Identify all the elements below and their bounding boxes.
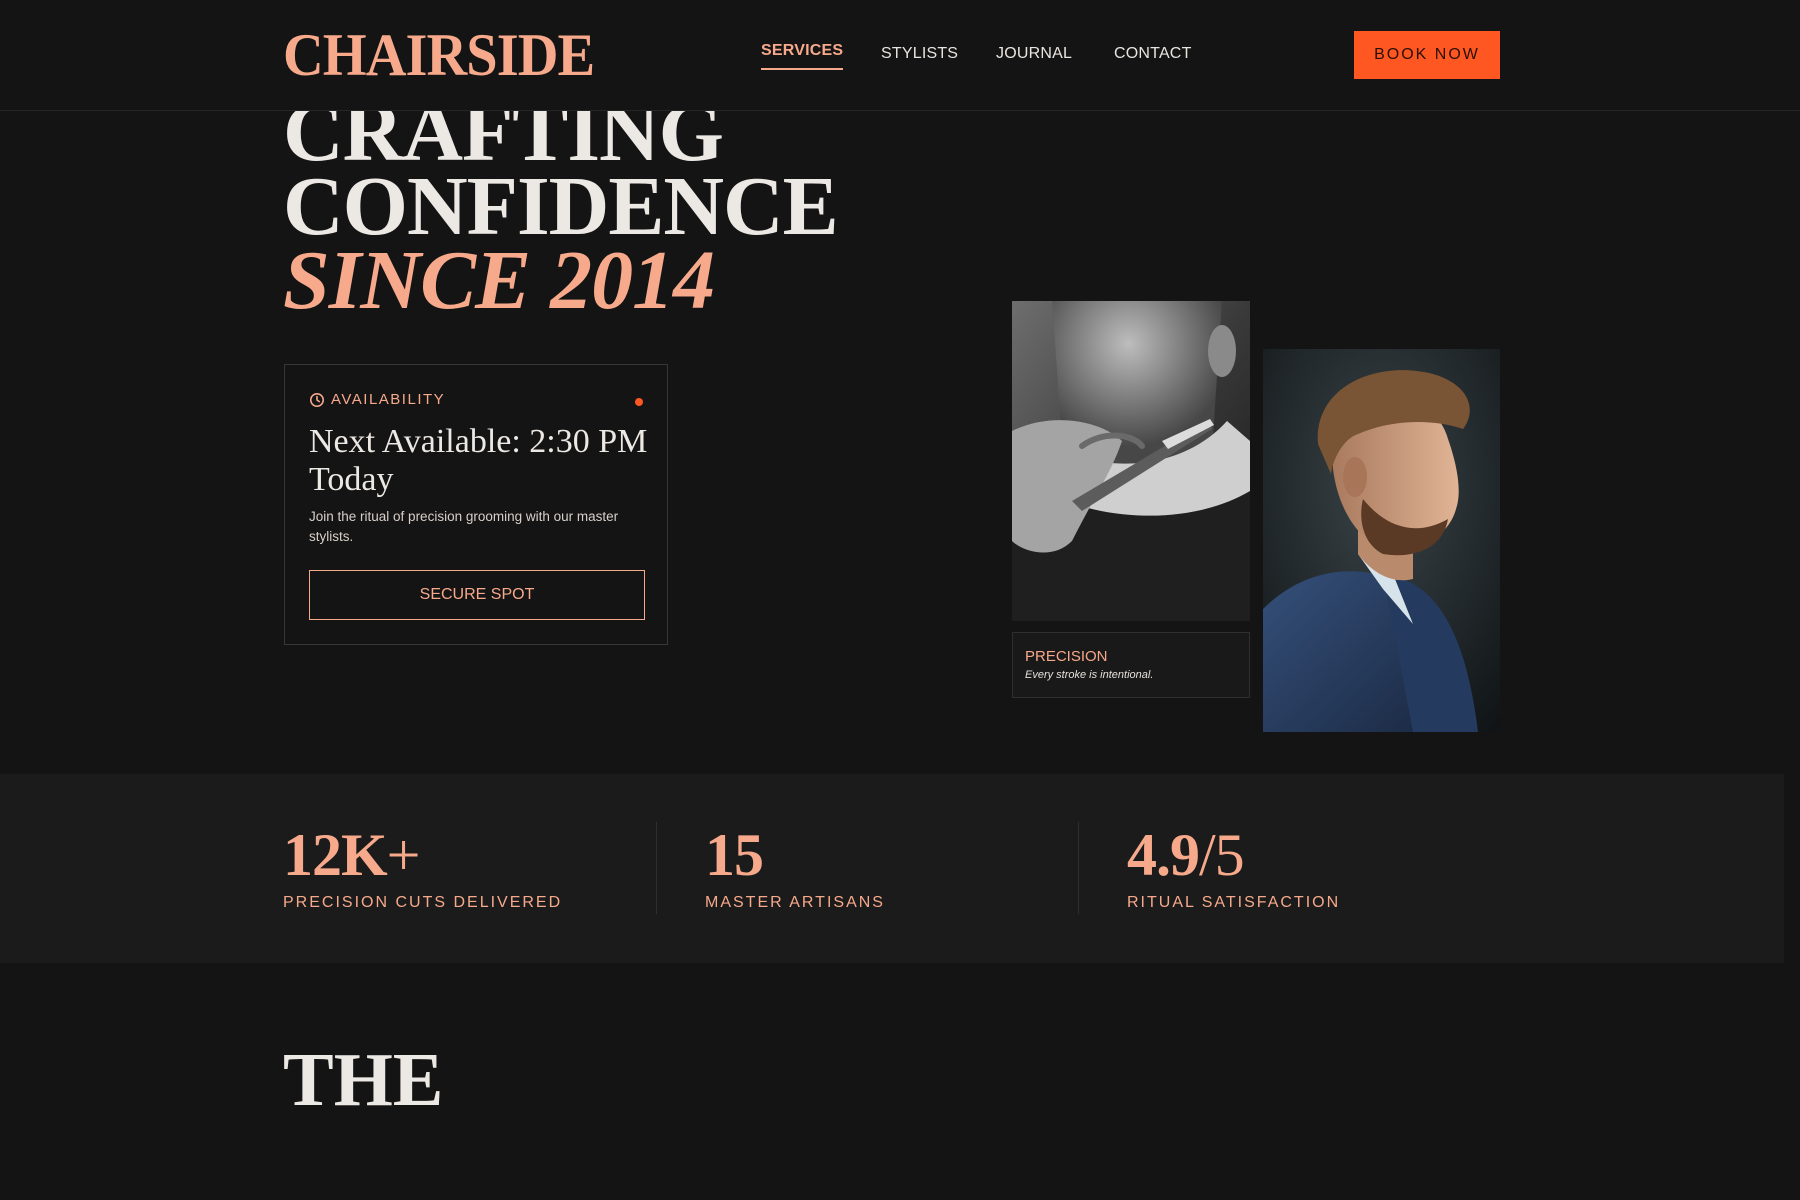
stat-artisans: 15 MASTER ARTISANS bbox=[705, 822, 885, 912]
section-heading: THE bbox=[283, 1038, 444, 1122]
stat-divider bbox=[656, 822, 657, 914]
precision-caption-title: PRECISION bbox=[1025, 648, 1108, 665]
stat-number: 4.9 bbox=[1127, 822, 1200, 888]
stat-divider bbox=[1078, 822, 1079, 914]
hero-line-3: SINCE 2014 bbox=[283, 234, 715, 327]
stat-value: 15 bbox=[705, 822, 885, 888]
stat-suffix: + bbox=[386, 822, 421, 888]
stat-cuts: 12K+ PRECISION CUTS DELIVERED bbox=[283, 822, 562, 912]
stat-number: 15 bbox=[705, 822, 764, 888]
nav-item-services[interactable]: SERVICES bbox=[761, 37, 844, 70]
book-now-button[interactable]: BOOK NOW bbox=[1354, 31, 1500, 79]
nav-item-stylists[interactable]: STYLISTS bbox=[881, 40, 958, 68]
stats-band: 12K+ PRECISION CUTS DELIVERED 15 MASTER … bbox=[0, 774, 1784, 963]
stat-label: PRECISION CUTS DELIVERED bbox=[283, 894, 563, 911]
precision-caption-subtitle: Every stroke is intentional. bbox=[1025, 669, 1154, 681]
availability-card: AVAILABILITY Next Available: 2:30 PM Tod… bbox=[284, 364, 668, 645]
hero-line-2: CONFIDENCE bbox=[283, 160, 839, 253]
availability-label: AVAILABILITY bbox=[331, 391, 446, 408]
status-dot bbox=[635, 398, 643, 406]
stat-label: RITUAL SATISFACTION bbox=[1127, 894, 1341, 911]
razor-shave-image bbox=[1012, 301, 1250, 621]
next-available-title: Next Available: 2:30 PM Today bbox=[309, 423, 648, 498]
hero-heading: CRAFTING CONFIDENCE SINCE 2014 bbox=[283, 96, 839, 327]
availability-description: Join the ritual of precision grooming wi… bbox=[309, 509, 619, 544]
precision-caption-card: PRECISION Every stroke is intentional. bbox=[1012, 632, 1250, 698]
site-header: CHAIRSIDE SERVICES STYLISTS JOURNAL CONT… bbox=[0, 0, 1800, 111]
brand-logo[interactable]: CHAIRSIDE bbox=[283, 20, 595, 90]
secure-spot-button[interactable]: SECURE SPOT bbox=[309, 570, 645, 620]
stat-value: 4.9/5 bbox=[1127, 822, 1340, 888]
stat-label: MASTER ARTISANS bbox=[705, 894, 885, 911]
availability-header: AVAILABILITY bbox=[309, 391, 445, 408]
stat-satisfaction: 4.9/5 RITUAL SATISFACTION bbox=[1127, 822, 1340, 912]
stat-suffix: /5 bbox=[1199, 822, 1245, 888]
clock-icon bbox=[309, 392, 325, 408]
stat-number: 12K bbox=[283, 822, 388, 888]
stylist-portrait-image bbox=[1263, 349, 1500, 732]
stat-value: 12K+ bbox=[283, 822, 562, 888]
nav-item-journal[interactable]: JOURNAL bbox=[996, 40, 1072, 68]
nav-item-contact[interactable]: CONTACT bbox=[1114, 40, 1192, 68]
